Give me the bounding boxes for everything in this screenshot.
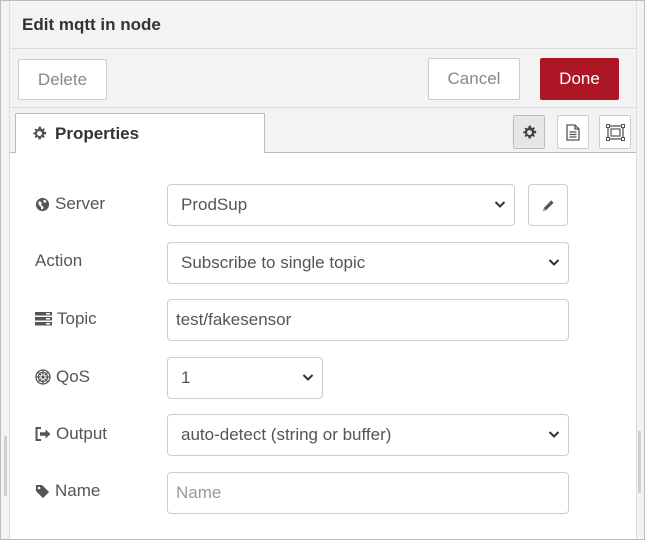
edit-dialog: Edit mqtt in node Delete Cancel Done Pro…	[9, 1, 637, 539]
server-label-text: Server	[55, 194, 106, 213]
qos-row: QoS 1	[10, 357, 636, 399]
name-row: Name Name	[10, 472, 636, 514]
name-label-text: Name	[55, 481, 101, 500]
globe-icon	[35, 197, 50, 212]
topic-row: Topic test/fakesensor	[10, 299, 636, 341]
scrollbar[interactable]	[638, 431, 641, 493]
pencil-icon	[542, 199, 555, 212]
action-row: Action Subscribe to single topic	[10, 242, 636, 284]
description-tab-button[interactable]	[557, 115, 589, 149]
tab-bar: Properties	[10, 108, 636, 153]
gear-icon	[522, 124, 537, 140]
tab-properties-label: Properties	[55, 123, 140, 143]
tab-properties[interactable]: Properties	[15, 113, 265, 153]
name-input[interactable]: Name	[167, 472, 569, 514]
editor-window: Edit mqtt in node Delete Cancel Done Pro…	[0, 0, 645, 540]
output-value: auto-detect (string or buffer)	[181, 425, 392, 444]
properties-tab-button[interactable]	[513, 115, 545, 149]
done-button[interactable]: Done	[540, 58, 619, 100]
server-row: Server ProdSup	[10, 184, 636, 226]
gear-icon	[32, 126, 47, 141]
topic-label-text: Topic	[57, 309, 97, 328]
chevron-down-icon	[302, 371, 314, 383]
dialog-title: Edit mqtt in node	[22, 15, 161, 34]
server-select[interactable]: ProdSup	[167, 184, 515, 226]
qos-select[interactable]: 1	[167, 357, 323, 399]
qos-value: 1	[181, 368, 191, 387]
output-row: Output auto-detect (string or buffer)	[10, 414, 636, 456]
dialog-toolbar: Delete Cancel Done	[10, 49, 636, 108]
file-text-icon	[566, 123, 580, 141]
output-label-text: Output	[56, 424, 108, 443]
topic-label: Topic	[35, 307, 97, 331]
qos-label: QoS	[35, 365, 90, 389]
name-label: Name	[35, 479, 100, 503]
action-value: Subscribe to single topic	[181, 253, 366, 272]
tasks-icon	[35, 312, 52, 326]
topic-value: test/fakesensor	[176, 310, 292, 329]
dialog-header: Edit mqtt in node	[10, 1, 636, 49]
server-value: ProdSup	[181, 195, 248, 214]
sign-out-icon	[35, 427, 51, 441]
chevron-down-icon	[548, 428, 560, 440]
delete-button[interactable]: Delete	[18, 59, 107, 100]
output-select[interactable]: auto-detect (string or buffer)	[167, 414, 569, 456]
appearance-tab-button[interactable]	[599, 115, 631, 149]
object-group-icon	[605, 123, 625, 141]
edit-server-button[interactable]	[528, 184, 568, 226]
action-select[interactable]: Subscribe to single topic	[167, 242, 569, 284]
action-label-text: Action	[35, 251, 83, 270]
qos-label-text: QoS	[56, 367, 91, 386]
cancel-button[interactable]: Cancel	[428, 58, 520, 100]
empire-icon	[35, 369, 51, 385]
chevron-down-icon	[494, 198, 506, 210]
chevron-down-icon	[548, 256, 560, 268]
name-placeholder: Name	[176, 483, 222, 502]
output-label: Output	[35, 422, 107, 446]
topic-input[interactable]: test/fakesensor	[167, 299, 569, 341]
left-resize-handle[interactable]	[4, 436, 7, 496]
action-label: Action	[35, 249, 82, 273]
server-label: Server	[35, 192, 105, 216]
tag-icon	[35, 484, 50, 499]
